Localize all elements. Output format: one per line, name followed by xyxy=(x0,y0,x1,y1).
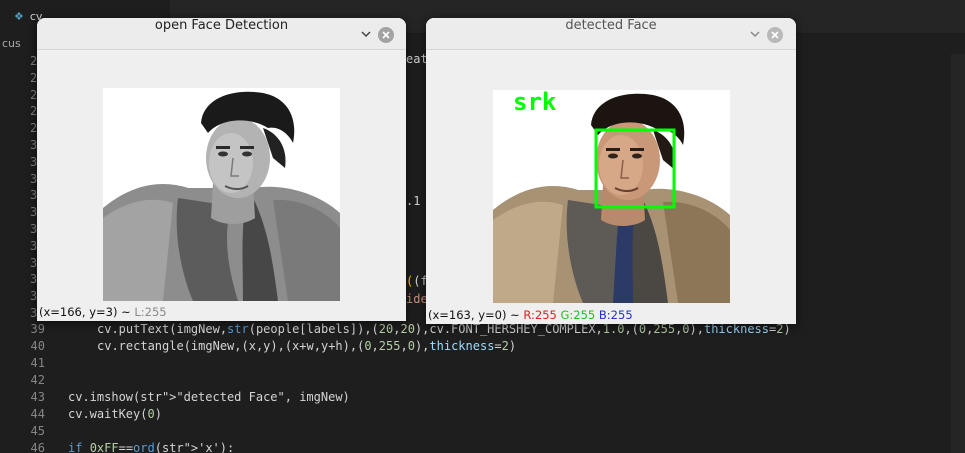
window-titlebar[interactable]: open Face Detection xyxy=(37,18,406,50)
line-number: 44 xyxy=(30,407,45,421)
line-number: 41 xyxy=(30,356,45,370)
code-line[interactable]: 46 if 0xFF==ord(str">'x'): xyxy=(0,439,965,453)
code-text: cv.rectangle(imgNew,(x,y),(x+w,y+h),(0,2… xyxy=(97,339,517,353)
window-title: open Face Detection xyxy=(154,18,289,33)
code-line[interactable]: 44 cv.waitKey(0) xyxy=(0,405,965,423)
code-line[interactable]: 40 cv.rectangle(imgNew,(x,y),(x+w,y+h),(0… xyxy=(0,337,965,355)
code-line[interactable]: 41 xyxy=(0,354,965,372)
line-number: 45 xyxy=(30,424,45,438)
chevron-down-icon[interactable] xyxy=(748,26,762,40)
code-fragment: ide xyxy=(406,292,428,306)
pixel-info-status: (x=166, y=3) ~ L:255 xyxy=(37,303,406,321)
window-title: detected Face xyxy=(565,18,657,33)
code-line[interactable]: 43 cv.imshow(str">"detected Face", imgNew… xyxy=(0,388,965,406)
line-number: 46 xyxy=(30,441,45,453)
red-channel-value: R:255 xyxy=(523,308,557,322)
python-file-icon: ❖ xyxy=(14,10,24,23)
window-titlebar[interactable]: detected Face xyxy=(426,18,796,50)
detected-face-window[interactable]: detected Face srk (x=163, y=0) ~ R:255 G… xyxy=(426,18,796,324)
code-text: cv.imshow(str">"detected Face", imgNew) xyxy=(68,390,350,404)
face-label-text: srk xyxy=(513,90,557,116)
code-line[interactable]: 45 xyxy=(0,422,965,440)
code-line[interactable]: 42 xyxy=(0,371,965,389)
code-fragment: eat xyxy=(406,52,428,66)
luminance-value: L:255 xyxy=(134,305,167,319)
code-text: if 0xFF==ord(str">'x'): xyxy=(68,441,235,453)
chevron-down-icon[interactable] xyxy=(359,26,373,40)
open-face-detection-window[interactable]: open Face Detection (x=166, y=3) ~ L:255 xyxy=(37,18,406,321)
close-icon[interactable] xyxy=(767,27,783,43)
code-text: cv.waitKey(0) xyxy=(68,407,162,421)
code-fragment: .1 xyxy=(406,194,421,208)
cursor-coordinates: (x=163, y=0) ~ xyxy=(428,308,524,322)
green-channel-value: G:255 xyxy=(560,308,596,322)
blue-channel-value: B:255 xyxy=(598,308,633,322)
line-number: 42 xyxy=(30,373,45,387)
close-icon[interactable] xyxy=(378,27,394,43)
line-number: 43 xyxy=(30,390,45,404)
line-number: 40 xyxy=(30,339,45,353)
grayscale-face-image[interactable] xyxy=(103,88,340,301)
pixel-info-status: (x=163, y=0) ~ R:255 G:255 B:255 xyxy=(426,306,796,324)
cursor-coordinates: (x=166, y=3) ~ xyxy=(39,305,135,319)
color-face-image[interactable]: srk xyxy=(493,90,730,303)
line-number: 39 xyxy=(30,322,45,336)
